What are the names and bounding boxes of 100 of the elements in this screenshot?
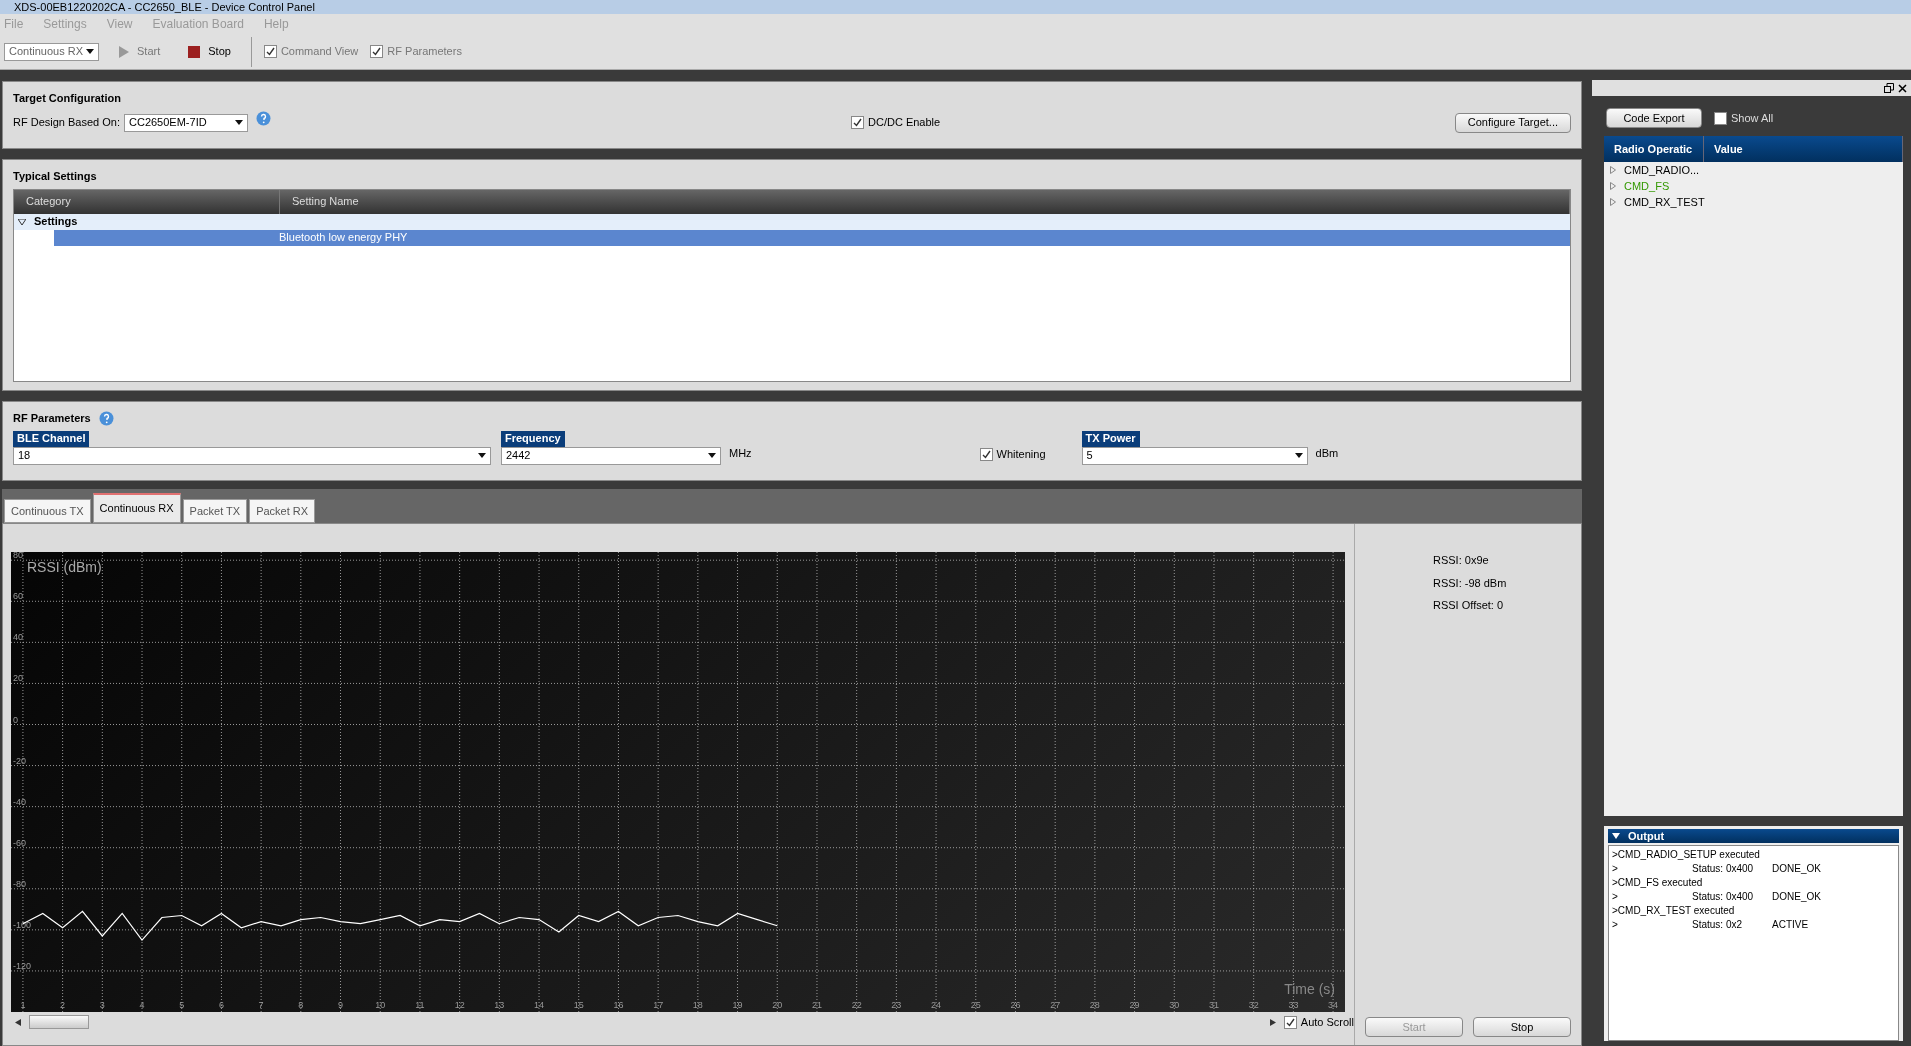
configure-target-button[interactable]: Configure Target... bbox=[1454, 112, 1571, 133]
log-result: DONE_OK bbox=[1772, 862, 1821, 876]
x-tick-label: 33 bbox=[1288, 1000, 1299, 1010]
column-header[interactable]: Category bbox=[14, 189, 280, 214]
caret-icon bbox=[1294, 453, 1303, 458]
unit-label: dBm bbox=[1315, 446, 1339, 461]
tab[interactable]: Continuous RX bbox=[92, 493, 181, 523]
stop-button[interactable]: Stop bbox=[180, 43, 239, 60]
check-icon bbox=[1285, 1017, 1295, 1027]
stop-button[interactable]: Stop bbox=[1473, 1017, 1571, 1037]
y-tick-label: -20 bbox=[13, 755, 26, 766]
log-line: >CMD_FS executed bbox=[1612, 876, 1704, 890]
checkbox[interactable] bbox=[851, 116, 864, 129]
log-status: Status: 0x400 bbox=[1692, 862, 1755, 876]
caret-icon bbox=[478, 453, 486, 458]
rssi-reading: RSSI: -98 dBm bbox=[1433, 575, 1508, 591]
scroll-right-icon[interactable] bbox=[1269, 1018, 1276, 1026]
x-tick-label: 11 bbox=[415, 1000, 425, 1010]
window-title: XDS-00EB1220202CA - CC2650_BLE - Device Control Panel bbox=[14, 0, 315, 14]
frequency-dropdown[interactable]: 2442 bbox=[501, 446, 721, 465]
x-tick-label: 24 bbox=[931, 1000, 942, 1010]
collapse-icon bbox=[1612, 833, 1620, 839]
operation-label: CMD_FS bbox=[1624, 178, 1670, 194]
x-tick-label: 3 bbox=[99, 1000, 105, 1010]
checkbox[interactable] bbox=[979, 447, 993, 461]
operation-label: CMD_RADIO... bbox=[1624, 162, 1700, 178]
x-tick-label: 7 bbox=[258, 1000, 264, 1010]
x-tick-label: 27 bbox=[1050, 1000, 1061, 1010]
field-label: BLE Channel bbox=[13, 430, 90, 447]
rf-design-dropdown[interactable]: CC2650EM-7ID bbox=[124, 113, 248, 132]
ble-channel-dropdown[interactable]: 18 bbox=[13, 446, 491, 465]
x-tick-label: 18 bbox=[692, 1000, 703, 1010]
check-icon bbox=[265, 47, 275, 56]
checkbox[interactable] bbox=[1283, 1015, 1297, 1029]
tab[interactable]: Continuous TX bbox=[4, 499, 91, 523]
x-tick-label: 16 bbox=[613, 1000, 624, 1010]
y-tick-label: 60 bbox=[13, 591, 23, 602]
x-tick-label: 32 bbox=[1248, 1000, 1259, 1010]
tab[interactable]: Packet TX bbox=[182, 499, 248, 523]
x-tick-label: 4 bbox=[139, 1000, 145, 1010]
y-tick-label: 20 bbox=[13, 673, 23, 684]
checkbox[interactable] bbox=[263, 45, 277, 58]
help-icon[interactable] bbox=[98, 410, 114, 426]
caret-icon bbox=[235, 120, 243, 125]
checkbox[interactable] bbox=[1714, 111, 1727, 125]
field-label: Frequency bbox=[501, 430, 565, 447]
y-tick-label: -60 bbox=[13, 837, 26, 848]
x-tick-label: 5 bbox=[179, 1000, 185, 1010]
close-icon[interactable] bbox=[1898, 83, 1907, 93]
toggle-checkbox[interactable]: RF Parameters bbox=[370, 43, 462, 60]
x-tick-label: 26 bbox=[1010, 1000, 1021, 1010]
log-prompt: > bbox=[1612, 890, 1619, 904]
log-line: >CMD_RX_TEST executed bbox=[1612, 904, 1736, 918]
scroll-left-icon[interactable] bbox=[15, 1018, 21, 1026]
check-icon bbox=[853, 118, 862, 127]
caret-icon bbox=[86, 49, 94, 54]
log-prompt: > bbox=[1612, 862, 1619, 876]
checkbox[interactable] bbox=[370, 45, 384, 58]
x-tick-label: 13 bbox=[494, 1000, 505, 1010]
panel-title: RF Parameters bbox=[13, 411, 91, 426]
check-icon bbox=[372, 47, 382, 56]
x-tick-label: 34 bbox=[1328, 1000, 1339, 1010]
output-header[interactable]: Output bbox=[1608, 829, 1899, 843]
field-label: TX Power bbox=[1081, 430, 1140, 447]
dcdc-checkbox[interactable]: DC/DC Enable bbox=[851, 114, 941, 131]
tab[interactable]: Packet RX bbox=[249, 499, 316, 523]
x-tick-label: 2 bbox=[60, 1000, 66, 1010]
show-all-checkbox[interactable]: Show All bbox=[1714, 109, 1774, 127]
x-tick-label: 6 bbox=[218, 1000, 224, 1010]
x-tick-label: 29 bbox=[1129, 1000, 1140, 1010]
log-result: DONE_OK bbox=[1772, 890, 1821, 904]
column-header[interactable]: Radio Operatic bbox=[1604, 136, 1704, 162]
x-tick-label: 17 bbox=[653, 1000, 664, 1010]
column-header[interactable]: Value bbox=[1704, 136, 1903, 162]
x-tick-label: 23 bbox=[891, 1000, 902, 1010]
mode-dropdown[interactable]: Continuous RX bbox=[4, 42, 99, 61]
whitening-checkbox[interactable]: Whitening bbox=[979, 446, 1046, 463]
expand-icon bbox=[18, 218, 26, 225]
auto-scroll-checkbox[interactable]: Auto Scroll bbox=[1283, 1013, 1354, 1031]
unit-label: MHz bbox=[729, 446, 752, 461]
x-tick-label: 14 bbox=[534, 1000, 545, 1010]
x-axis-title: Time (s) bbox=[1284, 981, 1335, 997]
code-export-button[interactable]: Code Export bbox=[1606, 108, 1702, 128]
y-tick-label: -80 bbox=[13, 878, 26, 889]
x-tick-label: 19 bbox=[732, 1000, 743, 1010]
operation-row[interactable]: CMD_RX_TEST bbox=[1604, 194, 1903, 210]
scrollbar-thumb[interactable] bbox=[29, 1015, 89, 1029]
restore-icon[interactable] bbox=[1884, 83, 1894, 93]
log-prompt: > bbox=[1612, 918, 1619, 932]
y-tick-label: 0 bbox=[13, 714, 18, 725]
y-tick-label: 80 bbox=[13, 552, 23, 561]
toggle-checkbox[interactable]: Command View bbox=[263, 43, 359, 60]
panel-title: Target Configuration bbox=[13, 91, 122, 106]
operation-row[interactable]: CMD_RADIO... bbox=[1604, 162, 1903, 178]
log-result: ACTIVE bbox=[1772, 918, 1809, 932]
help-icon[interactable] bbox=[256, 111, 271, 126]
tx-power-dropdown[interactable]: 5 bbox=[1081, 446, 1308, 465]
x-tick-label: 30 bbox=[1169, 1000, 1180, 1010]
x-tick-label: 8 bbox=[298, 1000, 304, 1010]
column-header[interactable]: Setting Name bbox=[280, 189, 1570, 214]
